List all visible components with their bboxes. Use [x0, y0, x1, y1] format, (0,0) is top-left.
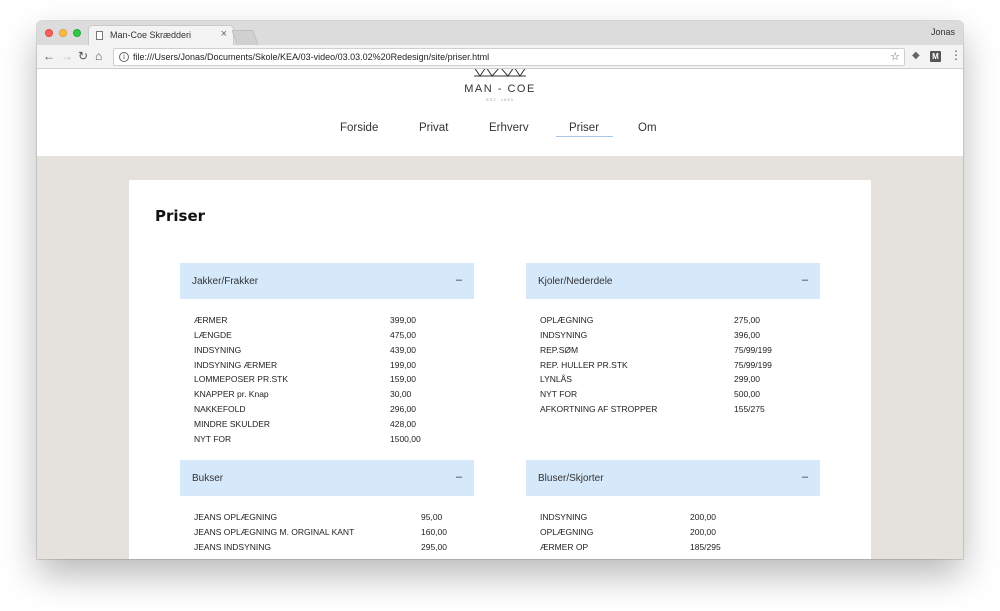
nav-erhverv[interactable]: Erhverv [489, 122, 529, 134]
extension-icon[interactable]: M [930, 51, 941, 62]
price-value: 396,00 [734, 330, 760, 340]
accordion-bukser[interactable]: Bukser – [180, 460, 474, 496]
collapse-icon[interactable]: – [802, 274, 808, 286]
price-value: 428,00 [390, 419, 416, 429]
accordion-title: Jakker/Frakker [192, 276, 259, 287]
menu-icon[interactable]: ⋮ [950, 48, 962, 62]
price-panel: Priser Jakker/Frakker – ÆRMER 399,00 LÆN… [129, 180, 871, 559]
accordion-title: Kjoler/Nederdele [538, 276, 613, 287]
price-item: NYT FOR [540, 389, 578, 399]
document-icon [96, 31, 103, 40]
price-item: ÆRMER [194, 315, 228, 325]
price-value: 75/99/199 [734, 345, 772, 355]
price-value: 159,00 [390, 374, 416, 384]
page-viewport: MAN - COE EST. 1993 Forside Privat Erhve… [37, 69, 963, 559]
price-value: 199,00 [390, 360, 416, 370]
price-item: REP. HULLER PR.STK [540, 360, 628, 370]
price-item: MINDRE SKULDER [194, 419, 271, 429]
collapse-icon[interactable]: – [456, 471, 462, 483]
price-value: 399,00 [390, 315, 416, 325]
back-icon[interactable]: ← [43, 48, 55, 64]
price-value: 200,00 [690, 512, 716, 522]
price-value: 160,00 [421, 527, 447, 537]
price-item: INDSYNING [194, 345, 242, 355]
page-title: Priser [155, 207, 206, 225]
price-value: 295,00 [421, 542, 447, 552]
tab-title: Man-Coe Skrædderi [110, 30, 192, 40]
logo-established: EST. 1993 [486, 97, 514, 102]
maximize-window-button[interactable] [73, 29, 81, 37]
logo-crown-icon[interactable] [473, 69, 527, 77]
tab-bar: Man-Coe Skrædderi × Jonas [37, 21, 963, 45]
price-item: LOMMEPOSER PR.STK [194, 374, 288, 384]
price-value: 1500,00 [390, 434, 421, 444]
site-header: MAN - COE EST. 1993 Forside Privat Erhve… [37, 69, 963, 156]
price-value: 200,00 [690, 527, 716, 537]
browser-toolbar: ← → ↻ ⌂ i file:///Users/Jonas/Documents/… [37, 45, 963, 69]
price-item: INDSYNING [540, 512, 588, 522]
accordion-kjoler-nederdele[interactable]: Kjoler/Nederdele – [526, 263, 820, 299]
profile-name[interactable]: Jonas [931, 27, 955, 37]
info-icon[interactable]: i [119, 52, 129, 62]
nav-forside[interactable]: Forside [340, 122, 378, 134]
active-nav-underline [556, 136, 613, 137]
logo-name[interactable]: MAN - COE [37, 83, 963, 95]
price-item: INDSYNING ÆRMER [194, 360, 278, 370]
accordion-title: Bukser [192, 473, 224, 484]
price-item: ÆRMER OP [540, 542, 589, 552]
price-item: OPLÆGNING [540, 527, 594, 537]
price-item: OPLÆGNING [540, 315, 594, 325]
price-item: NAKKEFOLD [194, 404, 246, 414]
price-value: 30,00 [390, 389, 412, 399]
price-value: 185/295 [690, 542, 721, 552]
price-item: LYNLÅS [540, 374, 572, 384]
price-value: 296,00 [390, 404, 416, 414]
price-item: JEANS INDSYNING [194, 542, 271, 552]
price-value: 155/275 [734, 404, 765, 414]
accordion-title: Bluser/Skjorter [538, 473, 604, 484]
reload-icon[interactable]: ↻ [78, 48, 88, 64]
price-value: 475,00 [390, 330, 416, 340]
collapse-icon[interactable]: – [456, 274, 462, 286]
price-value: 500,00 [734, 389, 760, 399]
forward-icon[interactable]: → [61, 48, 73, 64]
price-value: 299,00 [734, 374, 760, 384]
price-value: 95,00 [421, 512, 443, 522]
minimize-window-button[interactable] [59, 29, 67, 37]
nav-om[interactable]: Om [638, 122, 657, 134]
collapse-icon[interactable]: – [802, 471, 808, 483]
price-value: 75/99/199 [734, 360, 772, 370]
browser-window: Man-Coe Skrædderi × Jonas ← → ↻ ⌂ i file… [37, 21, 963, 559]
price-value: 275,00 [734, 315, 760, 325]
price-item: NYT FOR [194, 434, 232, 444]
home-icon[interactable]: ⌂ [95, 48, 102, 64]
new-tab-button[interactable] [231, 30, 259, 45]
url-text[interactable]: file:///Users/Jonas/Documents/Skole/KEA/… [133, 52, 489, 62]
address-bar[interactable]: i file:///Users/Jonas/Documents/Skole/KE… [113, 48, 905, 66]
browser-tab[interactable]: Man-Coe Skrædderi × [88, 25, 234, 45]
accordion-bluser-skjorter[interactable]: Bluser/Skjorter – [526, 460, 820, 496]
nav-privat[interactable]: Privat [419, 122, 448, 134]
price-item: JEANS OPLÆGNING [194, 512, 278, 522]
dropbox-icon[interactable]: ◆ [912, 50, 920, 61]
bookmark-star-icon[interactable]: ☆ [890, 50, 900, 63]
price-item: INDSYNING [540, 330, 588, 340]
price-item: KNAPPER pr. Knap [194, 389, 269, 399]
close-window-button[interactable] [45, 29, 53, 37]
price-value: 439,00 [390, 345, 416, 355]
accordion-jakker-frakker[interactable]: Jakker/Frakker – [180, 263, 474, 299]
price-item: LÆNGDE [194, 330, 232, 340]
tab-close-icon[interactable]: × [221, 28, 227, 40]
nav-priser[interactable]: Priser [569, 122, 599, 134]
price-item: REP.SØM [540, 345, 579, 355]
price-item: AFKORTNING AF STROPPER [540, 404, 658, 414]
price-item: JEANS OPLÆGNING M. ORGINAL KANT [194, 527, 355, 537]
